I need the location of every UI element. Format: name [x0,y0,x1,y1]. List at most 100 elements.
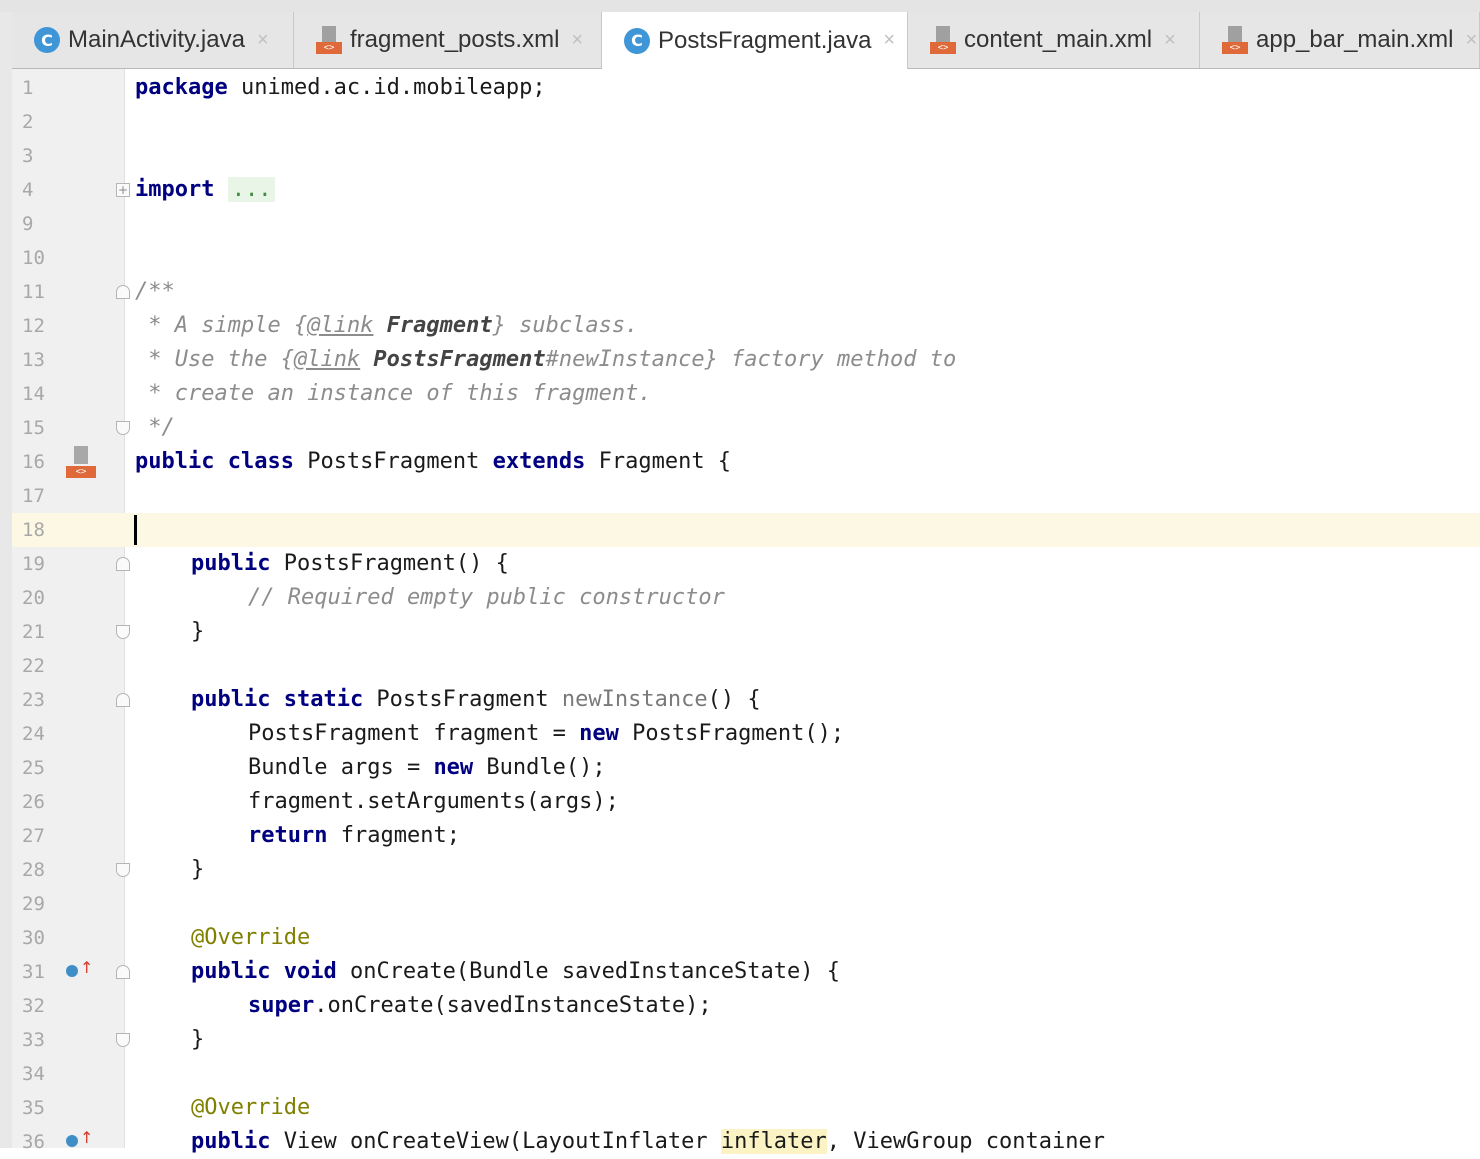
line-number: 20 [22,587,45,609]
tab-fragment-posts-xml[interactable]: <> fragment_posts.xml × [294,12,602,68]
code-line[interactable]: 27 return fragment; [0,819,1480,853]
line-number: 31 [22,961,45,983]
code-text: View onCreateView(LayoutInflater [270,1129,721,1154]
code-text: PostsFragment(); [618,721,845,746]
keyword: return [248,823,328,848]
code-text: unimed.ac.id.mobileapp; [227,75,546,100]
code-line[interactable]: 34 [0,1057,1480,1091]
javadoc-link: PostsFragment [360,347,546,372]
comment: #newInstance} [545,347,718,372]
code-line[interactable]: 17 [0,479,1480,513]
close-icon[interactable]: × [1465,29,1477,52]
tab-main-activity[interactable]: C MainActivity.java × [12,12,294,68]
code-line-current[interactable]: 18 [0,513,1480,547]
line-number: 32 [22,995,45,1017]
keyword: public class [135,449,294,474]
code-line[interactable]: 30 @Override [0,921,1480,955]
close-icon[interactable]: × [257,29,269,52]
line-number: 24 [22,723,45,745]
line-number: 2 [22,111,34,133]
code-line[interactable]: 16 public class PostsFragment extends Fr… [0,445,1480,479]
code-line[interactable]: 22 [0,649,1480,683]
keyword: package [135,75,228,100]
tab-label: fragment_posts.xml [350,26,560,53]
code-line[interactable]: 3 [0,139,1480,173]
code-text: () { [707,687,761,712]
line-number: 34 [22,1063,45,1085]
code-line[interactable]: 29 [0,887,1480,921]
comment: */ [135,415,175,440]
close-icon[interactable]: × [571,29,583,52]
code-line[interactable]: 21 } [0,615,1480,649]
line-number: 26 [22,791,45,813]
code-line[interactable]: 33 } [0,1023,1480,1057]
tab-posts-fragment-java[interactable]: C PostsFragment.java × [602,12,908,69]
code-line[interactable]: 19 public PostsFragment() { [0,547,1480,581]
code-text: } [191,619,205,644]
tab-content-main-xml[interactable]: <> content_main.xml × [908,12,1200,68]
line-number: 10 [22,247,45,269]
comment: { [280,347,294,372]
code-text: fragment; [327,823,460,848]
line-number: 25 [22,757,45,779]
code-line[interactable]: 12 * A simple {@link Fragment} subclass. [0,309,1480,343]
folded-imports[interactable]: ... [227,177,276,202]
line-number: 22 [22,655,45,677]
keyword: new [433,755,474,780]
code-line[interactable]: 10 [0,241,1480,275]
tab-app-bar-main-xml[interactable]: <> app_bar_main.xml × [1200,12,1480,68]
code-line[interactable]: 28 } [0,853,1480,887]
code-line[interactable]: 24 PostsFragment fragment = new PostsFra… [0,717,1480,751]
code-line[interactable]: 35 @Override [0,1091,1480,1125]
java-class-icon: C [34,27,60,53]
code-line[interactable]: 11 /** [0,275,1480,309]
code-line[interactable]: 26 fragment.setArguments(args); [0,785,1480,819]
javadoc-tag: @link [307,313,374,338]
line-number: 35 [22,1097,45,1119]
annotation: @Override [191,925,311,950]
tab-label: content_main.xml [964,26,1153,53]
code-line[interactable]: 9 [0,207,1480,241]
code-line[interactable]: 23 public static PostsFragment newInstan… [0,683,1480,717]
comment: /** [135,279,175,304]
code-line[interactable]: 14 * create an instance of this fragment… [0,377,1480,411]
code-line[interactable]: 1 package unimed.ac.id.mobileapp; [0,71,1480,105]
close-icon[interactable]: × [1164,29,1176,52]
comment: * A simple [135,313,294,338]
line-number: 27 [22,825,45,847]
line-number: 12 [22,315,45,337]
code-text: onCreate(Bundle savedInstanceState) { [336,959,841,984]
code-text: PostsFragment [293,449,493,474]
keyword: super [248,993,315,1018]
tab-label: MainActivity.java [68,26,245,53]
line-number: 21 [22,621,45,643]
line-number: 1 [22,77,34,99]
code-line[interactable]: 31 public void onCreate(Bundle savedInst… [0,955,1480,989]
code-line[interactable]: 13 * Use the {@link PostsFragment#newIns… [0,343,1480,377]
code-line[interactable]: 2 [0,105,1480,139]
method-name: newInstance [561,687,708,712]
code-text: , ViewGroup container [826,1129,1105,1154]
code-line[interactable]: 36 public View onCreateView(LayoutInflat… [0,1125,1480,1159]
javadoc-tag: @link [293,347,361,372]
code-line[interactable]: 25 Bundle args = new Bundle(); [0,751,1480,785]
code-text: fragment.setArguments(args); [248,789,619,814]
code-line[interactable]: 15 */ [0,411,1480,445]
code-text: Bundle(); [473,755,606,780]
keyword: public void [191,959,337,984]
window-top-strip [0,0,1480,12]
comment: { [293,313,308,338]
line-number: 14 [22,383,45,405]
code-line[interactable]: 20 // Required empty public constructor [0,581,1480,615]
code-line[interactable]: 32 super.onCreate(savedInstanceState); [0,989,1480,1023]
code-line[interactable]: 4 import ... [0,173,1480,207]
comment: factory method to [717,347,957,372]
line-number: 19 [22,553,45,575]
line-number: 4 [22,179,34,201]
line-number: 18 [22,519,45,541]
line-number: 9 [22,213,34,235]
line-number: 23 [22,689,45,711]
code-text: PostsFragment [363,687,562,712]
close-icon[interactable]: × [883,29,895,52]
line-number: 29 [22,893,45,915]
